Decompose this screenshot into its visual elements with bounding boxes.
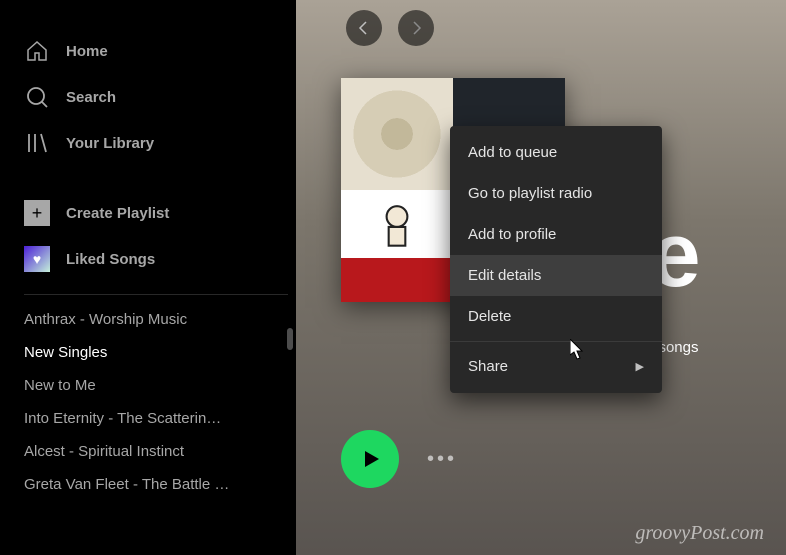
forward-button[interactable] <box>398 10 434 46</box>
play-button[interactable] <box>341 430 399 488</box>
liked-songs-label: Liked Songs <box>66 251 155 268</box>
nav-search-label: Search <box>66 89 116 106</box>
playlist-item[interactable]: New to Me <box>24 369 274 402</box>
cover-tile <box>341 78 453 190</box>
sidebar: Home Search Your Library + Create Playli… <box>0 0 296 555</box>
nav-home[interactable]: Home <box>24 28 288 74</box>
playlist-item[interactable]: Alcest - Spiritual Instinct <box>24 435 274 468</box>
ctx-edit-details[interactable]: Edit details <box>450 255 662 296</box>
watermark: groovyPost.com <box>635 522 764 545</box>
search-icon <box>24 84 50 110</box>
back-button[interactable] <box>346 10 382 46</box>
playlist-item[interactable]: New Singles <box>24 336 274 369</box>
playlist-item[interactable]: Anthrax - Worship Music <box>24 303 274 336</box>
playlist-list: Anthrax - Worship Music New Singles New … <box>24 303 288 501</box>
plus-icon: + <box>24 200 50 226</box>
ctx-share[interactable]: Share ▶ <box>450 346 662 387</box>
cover-tile: Black Label SOCIETY <box>341 190 453 302</box>
ctx-delete[interactable]: Delete <box>450 296 662 337</box>
playlist-item[interactable]: Into Eternity - The Scatterin… <box>24 402 274 435</box>
liked-songs[interactable]: ♥ Liked Songs <box>24 236 288 282</box>
nav-library-label: Your Library <box>66 135 154 152</box>
cover-sub-text: SOCIETY <box>341 289 453 302</box>
context-menu: Add to queue Go to playlist radio Add to… <box>450 126 662 393</box>
playlist-controls: ••• <box>341 430 457 488</box>
ctx-add-profile[interactable]: Add to profile <box>450 214 662 255</box>
heart-icon: ♥ <box>24 246 50 272</box>
chevron-right-icon: ▶ <box>636 360 644 373</box>
ctx-add-to-queue[interactable]: Add to queue <box>450 132 662 173</box>
nav-search[interactable]: Search <box>24 74 288 120</box>
playlist-item[interactable]: Greta Van Fleet - The Battle … <box>24 468 274 501</box>
ctx-go-playlist-radio[interactable]: Go to playlist radio <box>450 173 662 214</box>
divider <box>24 294 288 295</box>
home-icon <box>24 38 50 64</box>
scrollbar-thumb[interactable] <box>287 328 293 350</box>
ctx-separator <box>450 341 662 342</box>
nav-home-label: Home <box>66 43 108 60</box>
nav-library[interactable]: Your Library <box>24 120 288 166</box>
cover-banner-text: Black Label <box>341 281 453 296</box>
more-button[interactable]: ••• <box>427 448 457 471</box>
topbar <box>296 0 786 46</box>
create-playlist-label: Create Playlist <box>66 205 169 222</box>
library-icon <box>24 130 50 156</box>
create-playlist[interactable]: + Create Playlist <box>24 190 288 236</box>
